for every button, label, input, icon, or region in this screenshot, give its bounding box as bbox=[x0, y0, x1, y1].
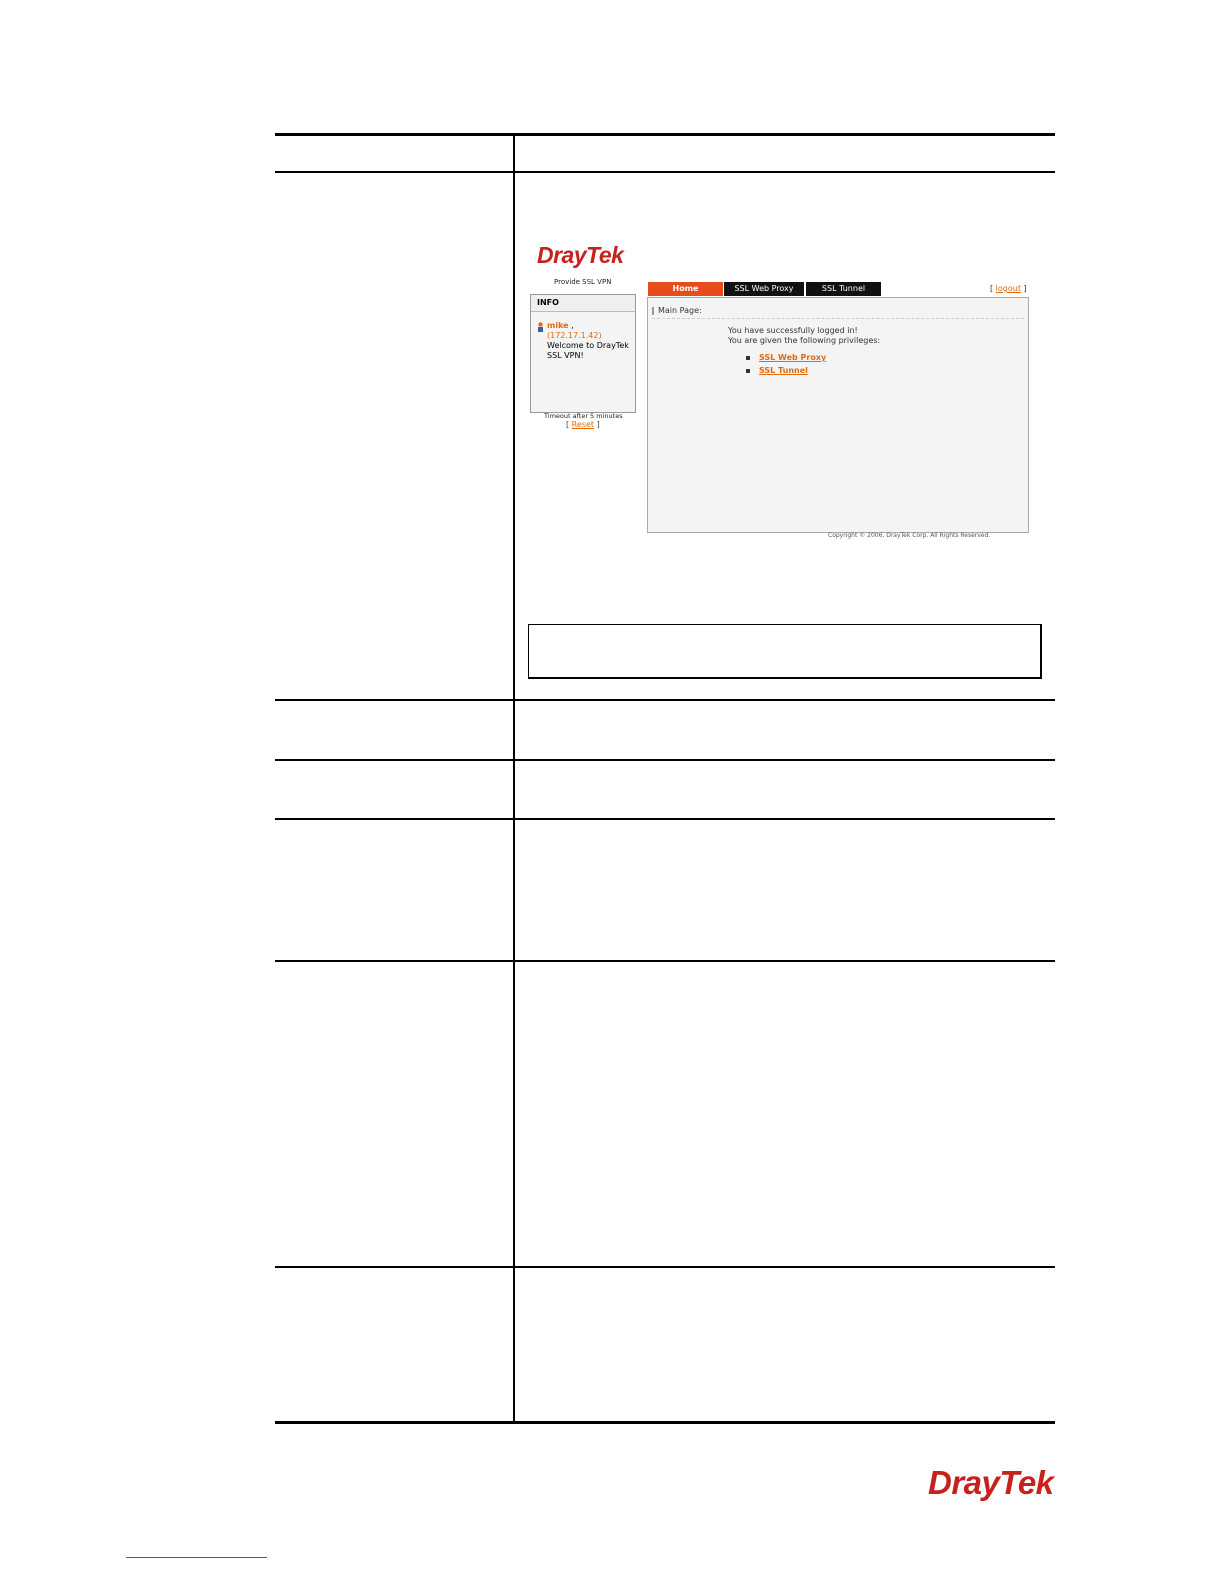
privilege-link-tunnel[interactable]: SSL Tunnel bbox=[759, 366, 808, 375]
copyright: Copyright © 2006, DrayTek Corp. All Righ… bbox=[828, 532, 991, 539]
table-row-rule bbox=[275, 699, 1055, 701]
tab-ssl-tunnel[interactable]: SSL Tunnel bbox=[806, 282, 881, 296]
login-message-line-1: You have successfully logged in! bbox=[728, 326, 858, 335]
login-message-line-2: You are given the following privileges: bbox=[728, 336, 881, 345]
reset-bracket-open: [ bbox=[566, 420, 570, 429]
table-bottom-rule bbox=[275, 1421, 1055, 1424]
user-icon bbox=[538, 322, 543, 332]
bottom-link-underline bbox=[126, 1557, 267, 1558]
table-column-divider bbox=[513, 133, 515, 1424]
logout-link[interactable]: logout bbox=[996, 284, 1021, 293]
bullet-icon bbox=[746, 355, 750, 360]
table-row-rule bbox=[275, 1266, 1055, 1268]
logout-bracket-close: ] bbox=[1023, 284, 1027, 293]
info-header: INFO bbox=[531, 295, 635, 312]
tab-ssl-web-proxy[interactable]: SSL Web Proxy bbox=[724, 282, 804, 296]
logout-bracket-open: [ bbox=[990, 284, 994, 293]
table-row-rule bbox=[275, 759, 1055, 761]
note-box bbox=[528, 624, 1042, 679]
draytek-logo: DrayTek bbox=[537, 242, 624, 268]
table-top-rule bbox=[275, 133, 1055, 136]
footer-draytek-logo: DrayTek bbox=[928, 1464, 1054, 1501]
tagline: Provide SSL VPN bbox=[554, 278, 612, 286]
welcome-line-2: SSL VPN! bbox=[547, 351, 584, 360]
table-row-rule bbox=[275, 960, 1055, 962]
reset-control: [ Reset ] bbox=[566, 420, 600, 429]
welcome-line-1: Welcome to DrayTek bbox=[547, 341, 629, 350]
privilege-link-web-proxy[interactable]: SSL Web Proxy bbox=[759, 353, 826, 362]
privilege-item: SSL Tunnel bbox=[746, 366, 808, 375]
username: mike bbox=[547, 321, 569, 330]
table-header-rule bbox=[275, 171, 1055, 173]
table-row-rule bbox=[275, 818, 1055, 820]
reset-bracket-close: ] bbox=[596, 420, 600, 429]
main-panel: Main Page: You have successfully logged … bbox=[647, 297, 1029, 533]
tab-home[interactable]: Home bbox=[648, 282, 723, 296]
privilege-item: SSL Web Proxy bbox=[746, 353, 826, 362]
info-user-details: mike , (172.17.1.42) Welcome to DrayTek … bbox=[547, 321, 629, 361]
ssl-vpn-screenshot: DrayTek Provide SSL VPN INFO mike , (172… bbox=[530, 240, 1030, 545]
login-message: You have successfully logged in! You are… bbox=[728, 326, 880, 346]
username-comma: , bbox=[571, 321, 574, 330]
main-page-title: Main Page: bbox=[658, 306, 702, 315]
bullet-icon bbox=[746, 368, 750, 373]
title-bar-marker bbox=[652, 307, 654, 315]
timeout-text: Timeout after 5 minutes bbox=[544, 412, 623, 420]
logout-control: [ logout ] bbox=[990, 284, 1027, 293]
info-panel: INFO mike , (172.17.1.42) Welcome to Dra… bbox=[530, 294, 636, 413]
reset-link[interactable]: Reset bbox=[572, 420, 594, 429]
user-ip: (172.17.1.42) bbox=[547, 331, 602, 340]
title-divider bbox=[652, 318, 1024, 319]
